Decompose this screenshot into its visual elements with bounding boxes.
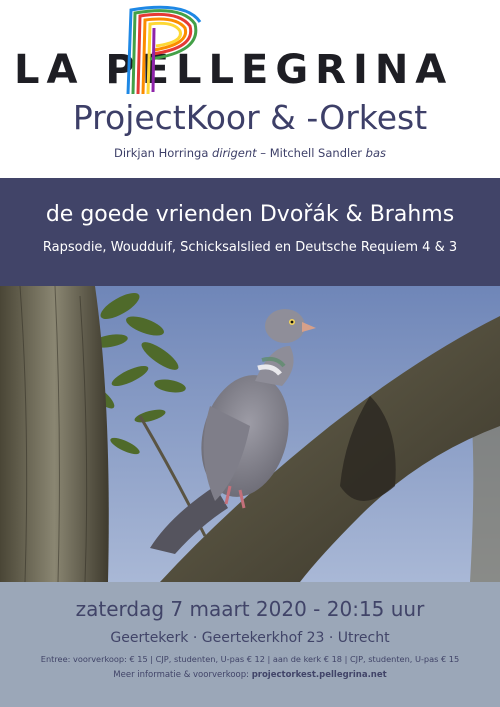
event-date-time: zaterdag 7 maart 2020 - 20:15 uur bbox=[75, 597, 425, 621]
ensemble-subtitle: ProjectKoor & -Orkest bbox=[72, 98, 428, 137]
conductor-name: Dirkjan Horringa bbox=[113, 146, 209, 160]
poster-header: LA PELLEGRINA ProjectKoor & -Orkest Dirk… bbox=[0, 0, 500, 178]
concert-title-band: de goede vrienden Dvořák & Brahms Rapsod… bbox=[0, 178, 500, 286]
soloist-role: bas bbox=[365, 146, 386, 160]
choir-logo: LA PELLEGRINA bbox=[0, 0, 500, 100]
soloist-name: Mitchell Sandler bbox=[269, 146, 362, 160]
event-venue: Geertekerk · Geertekerkhof 23 · Utrecht bbox=[110, 630, 390, 646]
tree-trunk bbox=[0, 286, 109, 582]
website-link[interactable]: projectorkest.pellegrina.net bbox=[252, 670, 387, 680]
logo-name: LA PELLEGRINA bbox=[14, 47, 454, 93]
info-line: Meer informatie & voorverkoop: projector… bbox=[0, 670, 500, 680]
event-details: zaterdag 7 maart 2020 - 20:15 uur Geerte… bbox=[0, 582, 500, 707]
info-label: Meer informatie & voorverkoop: bbox=[113, 670, 249, 680]
pigeon-photo bbox=[0, 286, 500, 582]
conductor-role: dirigent bbox=[212, 146, 257, 160]
concert-program: Rapsodie, Woudduif, Schicksalslied en De… bbox=[42, 240, 458, 255]
rainbow-p-icon bbox=[126, 5, 202, 95]
performers-credits: Dirkjan Horringa dirigent – Mitchell San… bbox=[0, 146, 500, 160]
ticket-prices: Entree: voorverkoop: € 15 | CJP, student… bbox=[40, 654, 460, 664]
concert-title: de goede vrienden Dvořák & Brahms bbox=[45, 202, 455, 227]
credits-separator: – bbox=[260, 146, 267, 160]
